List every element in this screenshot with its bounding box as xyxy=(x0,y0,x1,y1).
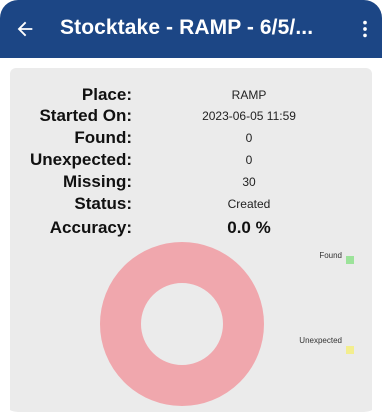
page-title: Stocktake - RAMP - 6/5/... xyxy=(60,16,314,39)
legend-swatch-0 xyxy=(346,256,354,264)
legend-swatch-1 xyxy=(346,346,354,354)
overflow-menu-button[interactable] xyxy=(350,13,380,45)
arrow-left-icon xyxy=(17,21,33,37)
stock-donut-chart: Found Unexpected xyxy=(100,242,354,406)
stocktake-summary-card: Place: RAMP Started On: 2023-06-05 11:59… xyxy=(10,68,372,412)
legend-label-1: Unexpected xyxy=(299,336,342,345)
missing-slice xyxy=(100,242,264,406)
back-button[interactable] xyxy=(8,12,42,46)
more-vert-icon xyxy=(363,20,367,38)
legend-label-0: Found xyxy=(319,251,342,260)
app-screen: Stocktake - RAMP - 6/5/... Place: RAMP S… xyxy=(0,0,382,412)
app-bar: Stocktake - RAMP - 6/5/... xyxy=(0,0,382,58)
